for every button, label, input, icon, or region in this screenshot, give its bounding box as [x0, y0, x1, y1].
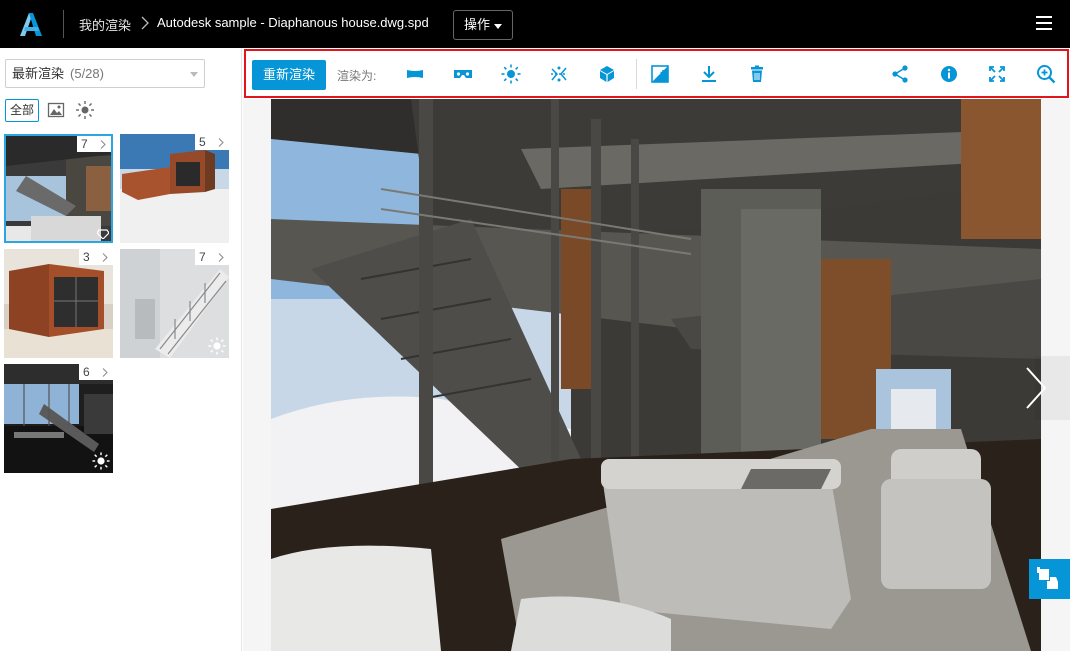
- sun-icon: [208, 337, 226, 355]
- thumbnail-image: [6, 136, 111, 241]
- thumbnail-4[interactable]: 7: [120, 249, 229, 358]
- breadcrumb-file-name: Autodesk sample - Diaphanous house.dwg.s…: [157, 15, 429, 30]
- autodesk-logo-icon[interactable]: [16, 10, 44, 38]
- thumbnail-count: 5: [199, 135, 206, 149]
- filter-select-count: (5/28): [70, 66, 104, 81]
- caret-down-icon: [494, 24, 502, 29]
- chevron-down-icon: [190, 72, 198, 77]
- info-icon[interactable]: [938, 63, 960, 85]
- chevron-right-icon: [102, 368, 108, 377]
- thumbnail-5[interactable]: 6: [4, 364, 113, 473]
- chevron-right-icon: [100, 140, 106, 149]
- illuminance-icon[interactable]: [548, 63, 570, 85]
- delete-icon[interactable]: [746, 63, 768, 85]
- thumbnail-1[interactable]: 7: [4, 134, 113, 243]
- thumbnail-count: 6: [83, 365, 90, 379]
- thumbnail-count-badge: 5: [195, 134, 229, 150]
- thumbnail-3[interactable]: 3: [4, 249, 113, 358]
- thumbnail-image: [120, 134, 229, 243]
- chevron-right-icon: [218, 138, 224, 147]
- thumbnail-count: 7: [199, 250, 206, 264]
- thumbnail-image: [4, 249, 113, 358]
- actions-label: 操作: [464, 17, 491, 32]
- sun-icon: [92, 452, 110, 470]
- thumbnail-count: 3: [83, 250, 90, 264]
- thumbnail-count-badge: 3: [79, 249, 113, 265]
- download-icon[interactable]: [698, 63, 720, 85]
- filter-select[interactable]: 最新渲染 (5/28): [5, 59, 205, 88]
- top-bar: 我的渲染 Autodesk sample - Diaphanous house.…: [0, 0, 1070, 48]
- chevron-right-icon: [141, 16, 149, 30]
- feedback-button[interactable]: [1029, 559, 1070, 599]
- thumbs-feedback-icon: [1037, 567, 1058, 589]
- header-divider: [63, 10, 64, 38]
- sun-filter-icon[interactable]: [75, 100, 95, 120]
- render-as-label: 渲染为:: [337, 69, 377, 83]
- zoom-in-icon[interactable]: [1035, 63, 1057, 85]
- fullscreen-icon[interactable]: [986, 63, 1008, 85]
- thumbnail-2[interactable]: 5: [120, 134, 229, 243]
- chevron-right-icon: [102, 253, 108, 262]
- toolbar-divider: [636, 59, 637, 89]
- filter-select-label: 最新渲染: [12, 66, 65, 81]
- sun-study-icon[interactable]: [500, 63, 522, 85]
- image-filter-icon[interactable]: [47, 101, 65, 119]
- breadcrumb-my-renderings[interactable]: 我的渲染: [79, 15, 131, 34]
- actions-dropdown-button[interactable]: 操作: [453, 10, 513, 40]
- sidebar: 最新渲染 (5/28) 全部 7 5 3 7 6: [0, 48, 242, 651]
- cube-icon[interactable]: [596, 63, 618, 85]
- hamburger-menu-icon[interactable]: [1036, 16, 1052, 30]
- render-toolbar: 重新渲染 渲染为:: [244, 49, 1069, 98]
- chevron-right-icon: [1026, 356, 1070, 420]
- panorama-icon[interactable]: [404, 63, 426, 85]
- next-image-button[interactable]: [1015, 356, 1070, 420]
- adjust-exposure-icon[interactable]: [649, 63, 671, 85]
- thumbnail-count-badge: 7: [195, 249, 229, 265]
- render-image[interactable]: [271, 99, 1041, 651]
- thumbnail-count-badge: 7: [77, 136, 111, 152]
- thumbnail-count: 7: [81, 137, 88, 151]
- rerender-button[interactable]: 重新渲染: [252, 60, 326, 90]
- diamond-icon: [97, 229, 109, 239]
- share-icon[interactable]: [889, 63, 911, 85]
- thumbnail-count-badge: 6: [79, 364, 113, 380]
- stereo-goggles-icon[interactable]: [452, 63, 474, 85]
- chevron-right-icon: [218, 253, 224, 262]
- filter-all-button[interactable]: 全部: [5, 99, 39, 122]
